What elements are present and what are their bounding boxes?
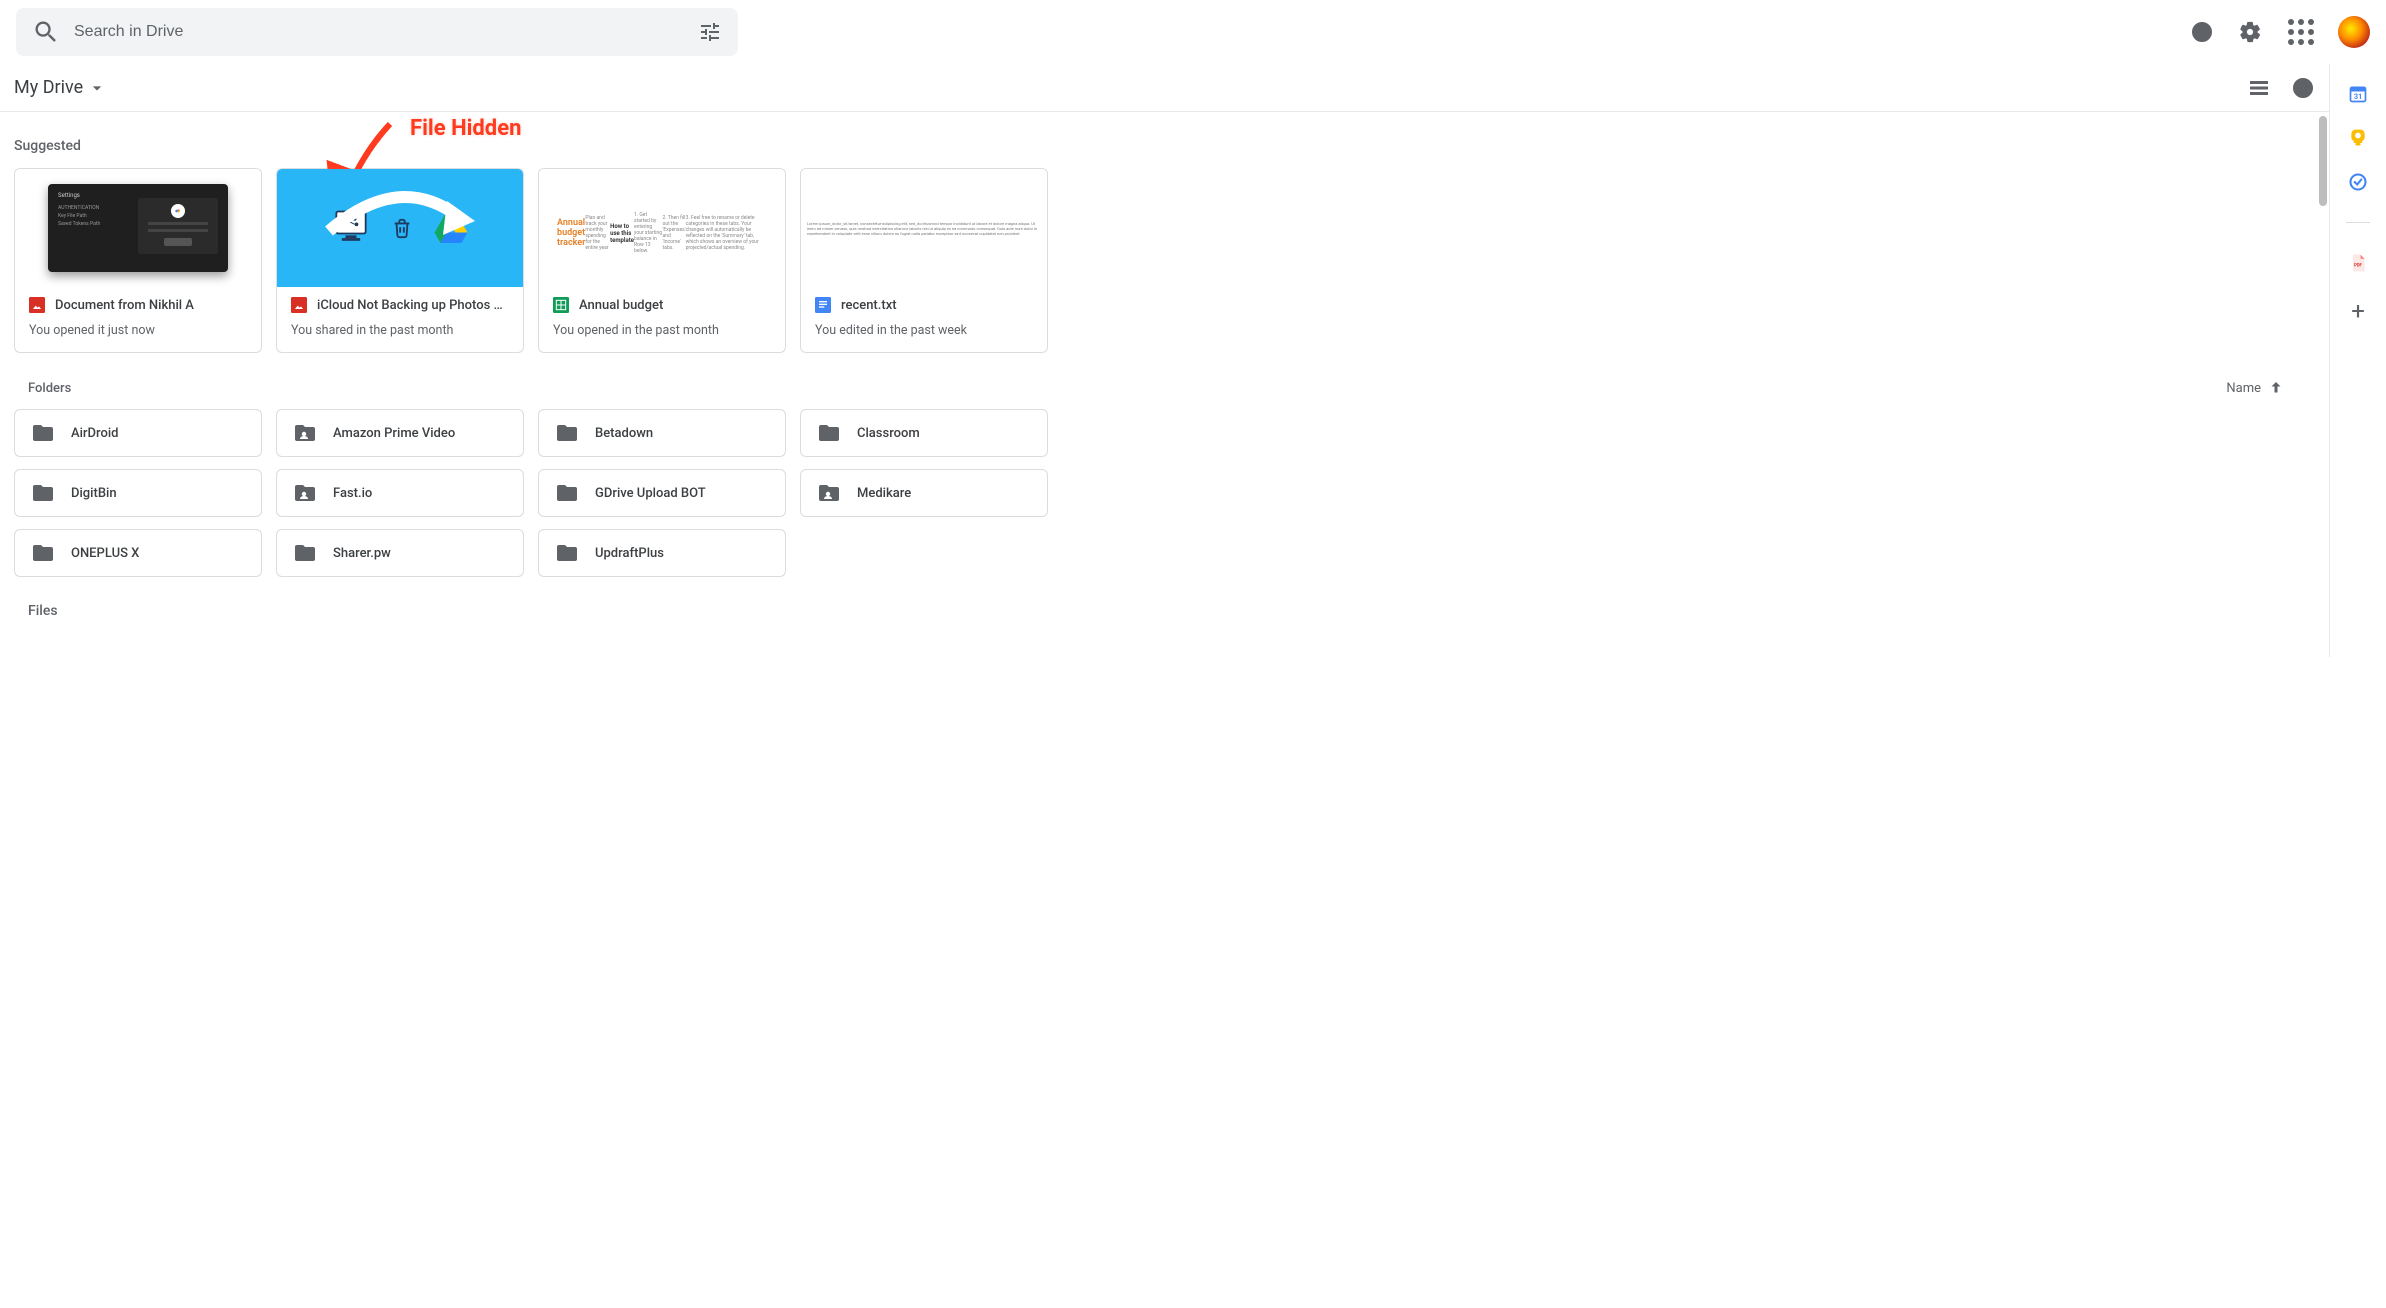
- sort-control[interactable]: Name: [2226, 379, 2285, 397]
- topbar: [0, 0, 2386, 64]
- folder-item[interactable]: ONEPLUS X: [14, 529, 262, 577]
- folder-icon: [555, 481, 579, 505]
- folder-icon: [31, 481, 55, 505]
- card-subtitle: You edited in the past week: [815, 323, 1033, 338]
- breadcrumb-label: My Drive: [14, 77, 83, 98]
- folder-name: Sharer.pw: [333, 546, 391, 561]
- sort-ascending-icon: [2267, 379, 2285, 397]
- folder-icon: [293, 541, 317, 565]
- svg-text:31: 31: [2354, 92, 2363, 101]
- shared-folder-icon: [293, 421, 317, 445]
- card-thumbnail: Lorem ipsum_dolor_sit/amet, consectetur-…: [801, 169, 1047, 287]
- folder-name: Classroom: [857, 426, 920, 441]
- calendar-icon[interactable]: 31: [2348, 84, 2368, 104]
- folder-name: GDrive Upload BOT: [595, 486, 706, 501]
- search-box[interactable]: [16, 8, 738, 56]
- keep-icon[interactable]: [2348, 128, 2368, 148]
- folder-name: UpdraftPlus: [595, 546, 664, 561]
- folder-item[interactable]: AirDroid: [14, 409, 262, 457]
- location-bar: My Drive: [0, 64, 2329, 112]
- search-options-icon[interactable]: [698, 20, 722, 44]
- folder-item[interactable]: DigitBin: [14, 469, 262, 517]
- annotation-overlay: File Hidden: [320, 106, 521, 141]
- folders-label: Folders: [28, 381, 71, 396]
- shared-folder-icon: [293, 481, 317, 505]
- tasks-icon[interactable]: [2348, 172, 2368, 192]
- card-subtitle: You opened it just now: [29, 323, 247, 338]
- help-icon[interactable]: [2190, 20, 2214, 44]
- shared-folder-icon: [817, 481, 841, 505]
- account-avatar[interactable]: [2338, 16, 2370, 48]
- folder-icon: [817, 421, 841, 445]
- add-addon-icon[interactable]: +: [2351, 297, 2365, 325]
- chevron-down-icon: [87, 78, 107, 98]
- folder-item[interactable]: Medikare: [800, 469, 1048, 517]
- sheets-file-icon: [553, 297, 569, 313]
- list-view-icon[interactable]: [2247, 76, 2271, 100]
- search-icon: [32, 18, 60, 46]
- folder-item[interactable]: Amazon Prime Video: [276, 409, 524, 457]
- folder-grid: AirDroid Amazon Prime Video Betadown Classr…: [14, 409, 2325, 577]
- folder-name: ONEPLUS X: [71, 546, 139, 561]
- docs-file-icon: [815, 297, 831, 313]
- card-thumbnail: [277, 169, 523, 287]
- svg-text:PDF: PDF: [2354, 263, 2362, 268]
- image-file-icon: [291, 297, 307, 313]
- folder-item[interactable]: GDrive Upload BOT: [538, 469, 786, 517]
- suggested-card[interactable]: Annual budget tracker Plan and track you…: [538, 168, 786, 353]
- folder-name: Betadown: [595, 426, 653, 441]
- settings-icon[interactable]: [2238, 20, 2262, 44]
- card-thumbnail: Annual budget tracker Plan and track you…: [539, 169, 785, 287]
- folder-name: DigitBin: [71, 486, 117, 501]
- info-icon[interactable]: [2291, 76, 2315, 100]
- card-title: Annual budget: [579, 298, 663, 313]
- folder-icon: [31, 421, 55, 445]
- folder-item[interactable]: UpdraftPlus: [538, 529, 786, 577]
- folder-icon: [555, 421, 579, 445]
- image-file-icon: [29, 297, 45, 313]
- side-panel: 31 PDF +: [2330, 64, 2386, 657]
- suggested-card[interactable]: Settings AUTHENTICATIONKey File PathSave…: [14, 168, 262, 353]
- folder-name: Amazon Prime Video: [333, 426, 455, 441]
- suggested-label: Suggested: [14, 138, 2325, 154]
- breadcrumb-my-drive[interactable]: My Drive: [14, 77, 107, 98]
- suggested-card[interactable]: Lorem ipsum_dolor_sit/amet, consectetur-…: [800, 168, 1048, 353]
- card-subtitle: You opened in the past month: [553, 323, 771, 338]
- google-apps-icon[interactable]: [2288, 19, 2314, 45]
- folder-item[interactable]: Betadown: [538, 409, 786, 457]
- card-title: iCloud Not Backing up Photos …: [317, 298, 503, 313]
- sort-label: Name: [2226, 381, 2261, 396]
- card-thumbnail: Settings AUTHENTICATIONKey File PathSave…: [15, 169, 261, 287]
- card-subtitle: You shared in the past month: [291, 323, 509, 338]
- folder-name: AirDroid: [71, 426, 118, 441]
- folder-item[interactable]: Classroom: [800, 409, 1048, 457]
- folder-icon: [555, 541, 579, 565]
- folder-item[interactable]: Fast.io: [276, 469, 524, 517]
- card-title: Document from Nikhil A: [55, 298, 194, 313]
- suggested-cards: Settings AUTHENTICATIONKey File PathSave…: [14, 168, 2325, 353]
- folder-icon: [31, 541, 55, 565]
- files-label: Files: [28, 603, 2325, 619]
- pdf-icon[interactable]: PDF: [2348, 253, 2368, 273]
- main-content: My Drive File Hidden Suggested: [0, 64, 2330, 657]
- folder-name: Medikare: [857, 486, 911, 501]
- suggested-card[interactable]: iCloud Not Backing up Photos … You share…: [276, 168, 524, 353]
- search-input[interactable]: [66, 23, 692, 41]
- card-title: recent.txt: [841, 298, 897, 313]
- folder-item[interactable]: Sharer.pw: [276, 529, 524, 577]
- folder-name: Fast.io: [333, 486, 372, 501]
